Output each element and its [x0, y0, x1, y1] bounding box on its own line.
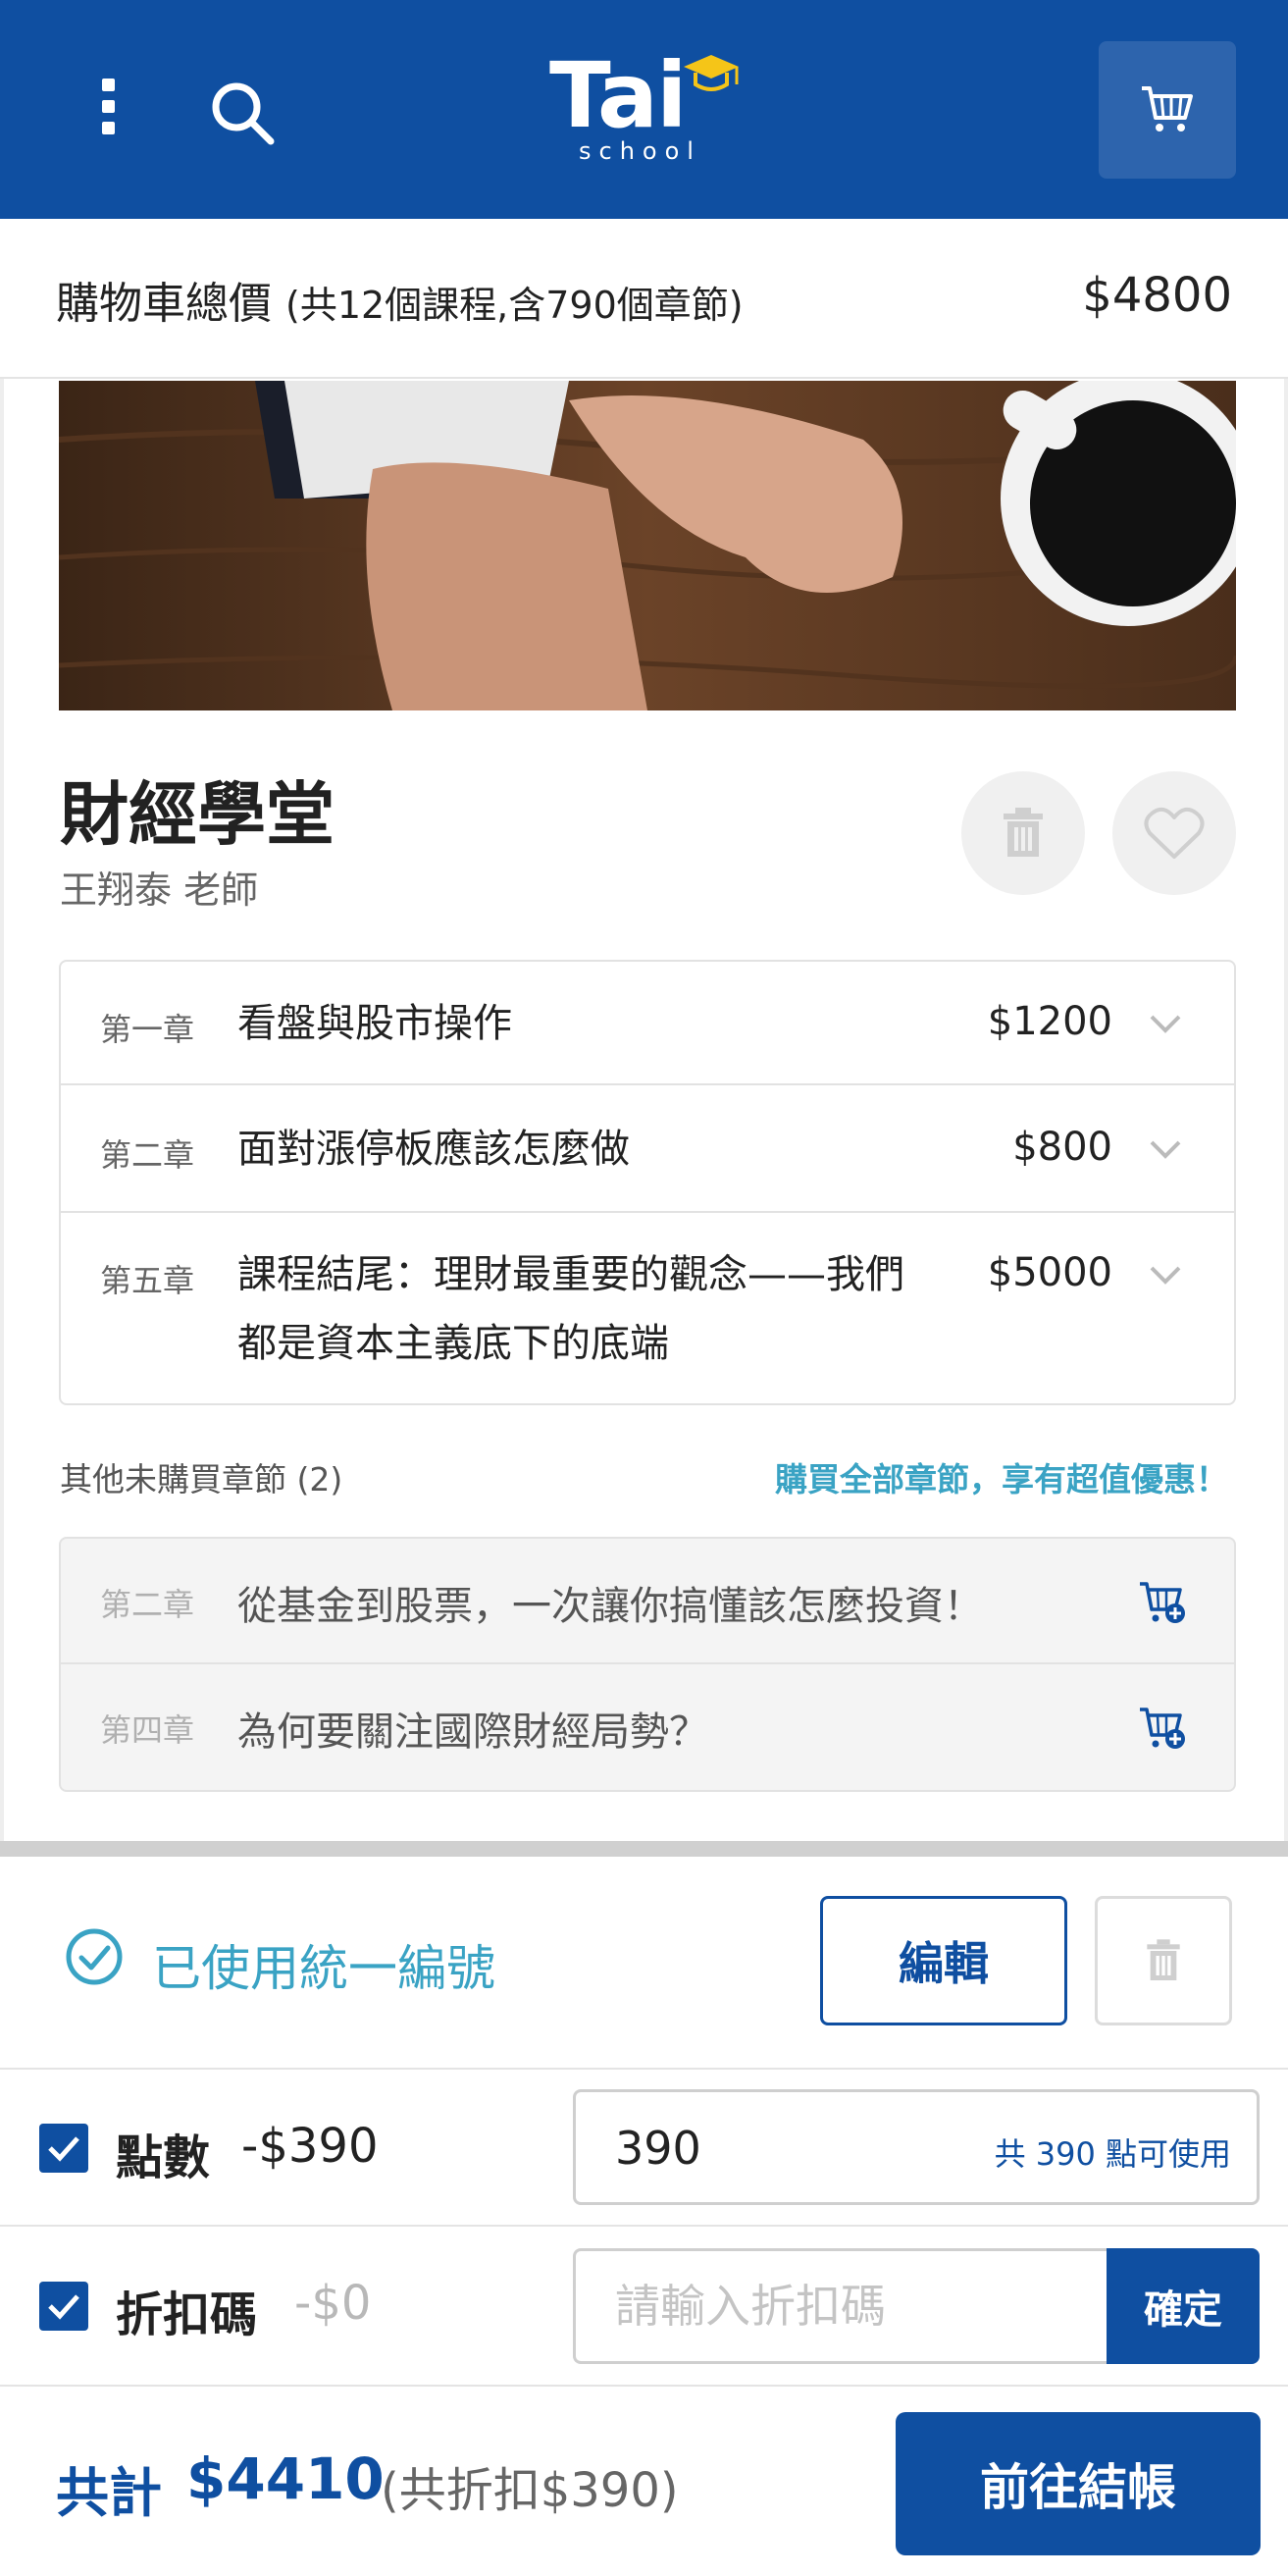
course-cover-image — [59, 381, 1236, 710]
buy-all-promo-link[interactable]: 購買全部章節，享有超值優惠！ — [775, 1453, 1228, 1500]
points-checkbox[interactable] — [39, 2124, 88, 2173]
course-title: 財經學堂 — [60, 774, 335, 855]
course-teacher: 王翔泰 老師 — [60, 868, 259, 912]
points-amount: -$390 — [241, 2119, 379, 2174]
tai-school-logo[interactable]: Tai school — [549, 47, 746, 175]
unbought-chapter-row: 第二章 從基金到股票，一次讓你搞懂該怎麼投資！ — [61, 1539, 1234, 1664]
cart-total-price: $4800 — [1082, 268, 1232, 323]
graduation-cap-icon — [684, 55, 739, 91]
unbought-chapter-row: 第四章 為何要關注國際財經局勢？ — [61, 1664, 1234, 1790]
points-label: 點數 — [116, 2130, 211, 2185]
favorite-button[interactable] — [1112, 771, 1236, 895]
chapter-row[interactable]: 第二章 面對漲停板應該怎麼做 $800 — [61, 1085, 1234, 1213]
heart-icon — [1144, 807, 1205, 859]
purchased-chapters-list: 第一章 看盤與股市操作 $1200 第二章 面對漲停板應該怎麼做 $800 第五… — [59, 960, 1236, 1405]
course-card: 財經學堂 王翔泰 老師 第一章 看盤與股市操作 $1200 第二章 面對漲停板應… — [0, 379, 1288, 1841]
chapter-row[interactable]: 第一章 看盤與股市操作 $1200 — [61, 962, 1234, 1085]
checkout-footer: 共計 $4410 (共折扣$390) 前往結帳 — [0, 2385, 1288, 2576]
cart-total-bar: 購物車總價 (共12個課程,含790個章節) $4800 — [0, 219, 1288, 379]
total-value: $4410 — [186, 2445, 385, 2512]
chapter-row[interactable]: 第五章 課程結尾：理財最重要的觀念——我們都是資本主義底下的底端 $5000 — [61, 1213, 1234, 1403]
points-available-note: 共 390 點可使用 — [994, 2135, 1231, 2173]
discount-code-row: 折扣碼 -$0 確定 — [0, 2225, 1288, 2385]
tax-id-status: 已使用統一編號 — [152, 1940, 495, 1997]
discount-checkbox[interactable] — [39, 2282, 88, 2331]
trash-icon — [1147, 1939, 1180, 1980]
total-label: 共計 — [56, 2462, 162, 2524]
add-to-cart-icon[interactable] — [1138, 1578, 1187, 1627]
discount-code-input[interactable] — [573, 2248, 1108, 2364]
section-divider — [0, 1841, 1288, 1857]
check-circle-icon — [66, 1928, 123, 1985]
points-input[interactable]: 390 共 390 點可使用 — [573, 2089, 1260, 2205]
check-icon — [48, 2294, 79, 2320]
app-header: Tai school — [0, 0, 1288, 219]
tax-id-section: 已使用統一編號 編輯 — [0, 1857, 1288, 2068]
points-row: 點數 -$390 390 共 390 點可使用 — [0, 2068, 1288, 2225]
chevron-down-icon[interactable] — [1148, 1130, 1183, 1166]
unbought-chapters-list: 第二章 從基金到股票，一次讓你搞懂該怎麼投資！ 第四章 為何要關注國際財經局勢？ — [59, 1537, 1236, 1792]
check-icon — [48, 2136, 79, 2162]
checkout-button[interactable]: 前往結帳 — [896, 2412, 1261, 2555]
other-chapters-label: 其他未購買章節 (2) — [60, 1460, 343, 1498]
discount-label: 折扣碼 — [116, 2287, 258, 2342]
search-icon[interactable] — [208, 79, 277, 147]
cart-total-label: 購物車總價 (共12個課程,含790個章節) — [56, 279, 744, 329]
add-to-cart-icon[interactable] — [1138, 1704, 1187, 1753]
discount-note: (共折扣$390) — [381, 2463, 679, 2518]
cart-button[interactable] — [1099, 41, 1236, 179]
remove-course-button[interactable] — [961, 771, 1085, 895]
trash-icon — [1004, 808, 1043, 857]
edit-tax-id-button[interactable]: 編輯 — [820, 1896, 1067, 2025]
chevron-down-icon[interactable] — [1148, 1005, 1183, 1040]
delete-tax-id-button[interactable] — [1095, 1896, 1232, 2025]
confirm-discount-button[interactable]: 確定 — [1107, 2248, 1260, 2364]
discount-amount: -$0 — [294, 2276, 372, 2331]
more-vert-icon[interactable] — [88, 79, 128, 137]
cart-icon — [1142, 86, 1193, 131]
chevron-down-icon[interactable] — [1148, 1256, 1183, 1291]
